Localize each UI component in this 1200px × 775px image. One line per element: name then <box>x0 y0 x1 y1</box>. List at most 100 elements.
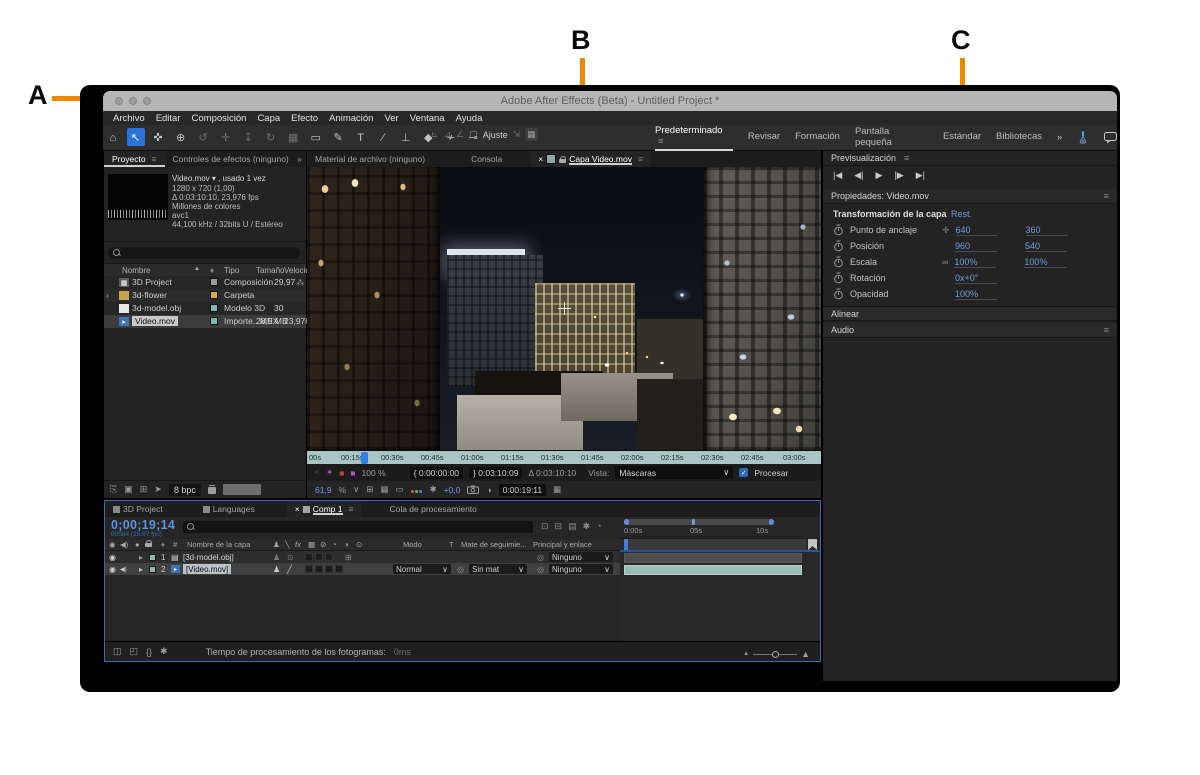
label-swatch[interactable] <box>210 317 218 325</box>
tab-controles-de-efectos[interactable]: Controles de efectos (ninguno) <box>165 151 297 167</box>
parent-dropdown[interactable]: Ninguno∨ <box>549 552 613 562</box>
home-tool-icon[interactable]: ⌂ <box>104 129 122 147</box>
play-icon[interactable]: ▶ <box>876 170 883 181</box>
expression-icon[interactable]: {} <box>146 647 152 657</box>
menu-ver[interactable]: Ver <box>384 113 398 124</box>
exposure-value[interactable]: +0,0 <box>444 485 461 495</box>
first-frame-icon[interactable]: |◀ <box>833 170 842 181</box>
trash-icon[interactable] <box>208 485 216 494</box>
link-dimensions-icon[interactable]: ∞ <box>942 257 948 267</box>
property-value[interactable]: 100% <box>1024 257 1066 268</box>
wave-icon[interactable]: ✱ <box>160 646 168 657</box>
work-area-bar[interactable] <box>624 539 806 550</box>
shy-toggle-icon[interactable]: ♟ <box>273 563 280 575</box>
workspace-pantalla-pequena[interactable]: Pantalla pequeña <box>855 126 928 150</box>
project-row-selected[interactable]: ▸ Video.mov Importe...MEX 28,9 MB 23,976 <box>104 315 306 328</box>
last-frame-icon[interactable]: ▶| <box>916 170 925 181</box>
mask-icon[interactable]: ▦ <box>308 540 315 549</box>
tab-comp1[interactable]: × Comp 1 ≡ <box>287 501 362 517</box>
comp-marker-icon[interactable] <box>808 539 817 550</box>
close-icon[interactable]: × <box>538 154 543 164</box>
stopwatch-icon[interactable] <box>833 256 844 268</box>
workspace-formacion[interactable]: Formación <box>795 131 840 144</box>
fit-icon[interactable]: ⇲ <box>513 129 521 140</box>
col-parent[interactable]: Principal y enlace <box>533 540 592 549</box>
tab-3d-project[interactable]: 3D Project <box>105 501 171 517</box>
project-row[interactable]: ▦ 3D Project Composición 29,97 ⁂ <box>104 276 306 289</box>
stopwatch-icon[interactable] <box>833 272 844 284</box>
separate-dimensions-icon[interactable]: ✛ <box>942 225 950 236</box>
align-section[interactable]: Alinear <box>823 306 1117 321</box>
label-swatch[interactable] <box>210 278 218 286</box>
property-value[interactable]: 360 <box>1026 225 1068 236</box>
label-icon[interactable]: ♦ <box>161 540 165 549</box>
menu-ayuda[interactable]: Ayuda <box>456 113 483 124</box>
eye-icon[interactable]: ◉ <box>109 540 116 549</box>
project-row[interactable]: 3d-model.obj Modelo 3D 30 <box>104 302 306 315</box>
stopwatch-icon[interactable] <box>833 240 844 252</box>
magenta-tool-icon[interactable]: ✶ <box>326 467 333 478</box>
fx-icon[interactable]: fx <box>295 540 301 549</box>
motion-blur-icon[interactable]: ◔ <box>332 540 337 549</box>
property-value[interactable]: 100% <box>955 289 997 300</box>
col-nombre[interactable]: Nombre <box>122 266 150 275</box>
camera-tool-icon[interactable]: ▦ <box>284 128 302 146</box>
layer-name-selected[interactable]: [Video.mov] <box>183 564 231 574</box>
menu-archivo[interactable]: Archivo <box>113 113 145 124</box>
bit-depth-button[interactable]: 8 bpc <box>169 484 201 496</box>
overlay-edit-icon[interactable]: ■ <box>350 468 355 478</box>
axis-mode-icon[interactable]: ⊾ <box>431 129 439 140</box>
col-mode[interactable]: Modo <box>403 540 422 549</box>
motion-blur-icon[interactable]: ◔ <box>596 521 601 532</box>
audio-icon[interactable]: ◀) <box>120 540 128 549</box>
stopwatch-icon[interactable] <box>833 288 844 300</box>
twirl-icon[interactable]: ▸ <box>139 551 143 563</box>
panel-menu-icon[interactable]: ≡ <box>638 154 643 164</box>
layer-row-1[interactable]: ◉ ▸ 1 ▤ [3d-model.obj] ♟ ⊙ ⊞ ◎ Ninguno∨ <box>105 551 620 563</box>
track-matte-dropdown[interactable]: Sin mat∨ <box>469 564 527 574</box>
feedback-chat-icon[interactable] <box>1104 132 1117 144</box>
workspace-menu-icon[interactable]: ≡ <box>658 136 664 147</box>
layer-color-swatch[interactable] <box>149 566 156 573</box>
pickwhip-icon[interactable]: ◎ <box>537 551 544 563</box>
transparency-grid-icon[interactable]: ▦ <box>553 484 561 495</box>
anchor-point-crosshair[interactable] <box>558 302 571 315</box>
eye-icon[interactable]: ◉ <box>109 563 116 575</box>
property-value[interactable]: 100% <box>954 257 996 268</box>
next-frame-icon[interactable]: |▶ <box>894 170 903 181</box>
workspace-overflow-icon[interactable]: » <box>1057 132 1062 143</box>
close-icon[interactable]: × <box>295 504 300 514</box>
project-row[interactable]: › 3d-flower Carpeta <box>104 289 306 302</box>
shy-icon[interactable]: ♟ <box>273 540 280 549</box>
stopwatch-icon[interactable] <box>833 224 844 236</box>
orbit-camera-tool-icon[interactable]: ↺ <box>194 128 212 146</box>
rotation-tool-icon[interactable]: ↻ <box>262 128 280 146</box>
pan-camera-tool-icon[interactable]: ✛ <box>217 128 235 146</box>
property-label[interactable]: Escala <box>850 257 942 267</box>
type-tool-icon[interactable]: T <box>352 129 370 147</box>
mini-flowchart-icon[interactable]: ⊡ <box>541 521 549 532</box>
ram-preview-icon[interactable]: ✶ <box>313 467 320 478</box>
previous-frame-icon[interactable]: ◀| <box>854 170 863 181</box>
magnification-chevron-icon[interactable]: ∨ <box>353 484 359 495</box>
timeline-search-input[interactable] <box>183 521 533 533</box>
matte-pickwhip-icon[interactable]: ◎ <box>457 563 464 575</box>
mask-visibility-icon[interactable]: ▦ <box>380 484 388 495</box>
hand-tool-icon[interactable]: ✜ <box>149 128 167 146</box>
new-composition-icon[interactable]: ⊞ <box>140 484 148 495</box>
footage-time-ruler[interactable]: 00s 00:15s 00:30s 00:45s 01:00s 01:15s 0… <box>307 450 821 464</box>
grid-guides-icon[interactable]: ⊞ <box>366 484 373 495</box>
render-checkbox[interactable]: ✓ <box>739 468 748 477</box>
sort-up-icon[interactable]: ▲ <box>194 266 200 272</box>
draft-3d-icon[interactable]: ⊟ <box>555 521 563 532</box>
eye-icon[interactable]: ◉ <box>109 551 116 563</box>
tab-capa-video[interactable]: × Capa Video.mov ≡ <box>530 151 651 167</box>
hide-shy-icon[interactable]: ▤ <box>568 521 577 532</box>
new-folder-icon[interactable]: ▣ <box>124 484 133 495</box>
col-t[interactable]: T <box>449 540 454 549</box>
layer-bar-video[interactable] <box>624 565 802 575</box>
region-of-interest-icon[interactable]: ▭ <box>396 484 404 495</box>
render-time-pane-icon[interactable]: ◫ <box>113 646 122 657</box>
in-point[interactable]: { 0:00:00:00 <box>410 467 463 479</box>
axis-mode2-icon[interactable]: ⊿ <box>444 129 452 140</box>
